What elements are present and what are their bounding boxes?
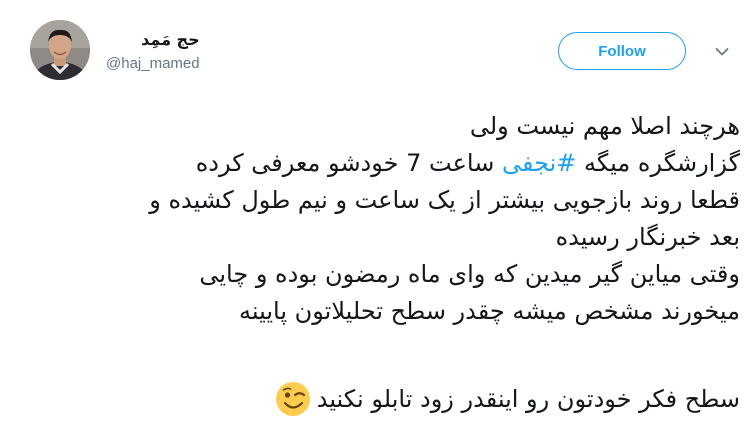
tweet-line-7: سطح فکر خودتون رو اینقدر زود تابلو نکنید xyxy=(90,373,740,425)
tweet-line-7-text: سطح فکر خودتون رو اینقدر زود تابلو نکنید xyxy=(316,384,740,413)
chevron-down-icon[interactable] xyxy=(712,42,732,62)
tweet-line-3: قطعا روند بازجویی بیشتر از یک ساعت و نیم… xyxy=(149,186,740,214)
tweet-line-6: میخورند مشخص میشه چقدر سطح تحلیلاتون پای… xyxy=(238,297,740,325)
winking-face-icon xyxy=(275,381,311,417)
tweet-line-2-prefix: گزارشگره میگه xyxy=(584,149,740,177)
author-names: حج مَمِد @haj_mamed xyxy=(106,30,200,74)
tweet-line-1: هرچند اصلا مهم نیست ولی xyxy=(469,112,740,140)
tweet-header: حج مَمِد @haj_mamed Follow xyxy=(30,20,730,86)
author-display-name[interactable]: حج مَمِد xyxy=(106,30,200,52)
tweet-line-4: بعد خبرنگار رسیده xyxy=(555,223,740,251)
tweet-text: هرچند اصلا مهم نیست ولی گزارشگره میگه #ن… xyxy=(90,108,740,425)
author-handle[interactable]: @haj_mamed xyxy=(106,54,200,74)
tweet-line-5: وقتی میاین گیر میدین که وای ماه رمضون بو… xyxy=(199,260,740,288)
tweet-line-2: گزارشگره میگه #نجفی ساعت 7 خودشو معرفی ک… xyxy=(90,145,740,182)
follow-button[interactable]: Follow xyxy=(558,32,686,70)
avatar-image xyxy=(30,20,90,80)
avatar[interactable] xyxy=(30,20,90,80)
hashtag-link[interactable]: #نجفی xyxy=(502,149,576,177)
tweet-card: حج مَمِد @haj_mamed Follow هرچند اصلا مه… xyxy=(0,0,756,433)
tweet-line-2-suffix: ساعت 7 خودشو معرفی کرده xyxy=(195,149,495,177)
